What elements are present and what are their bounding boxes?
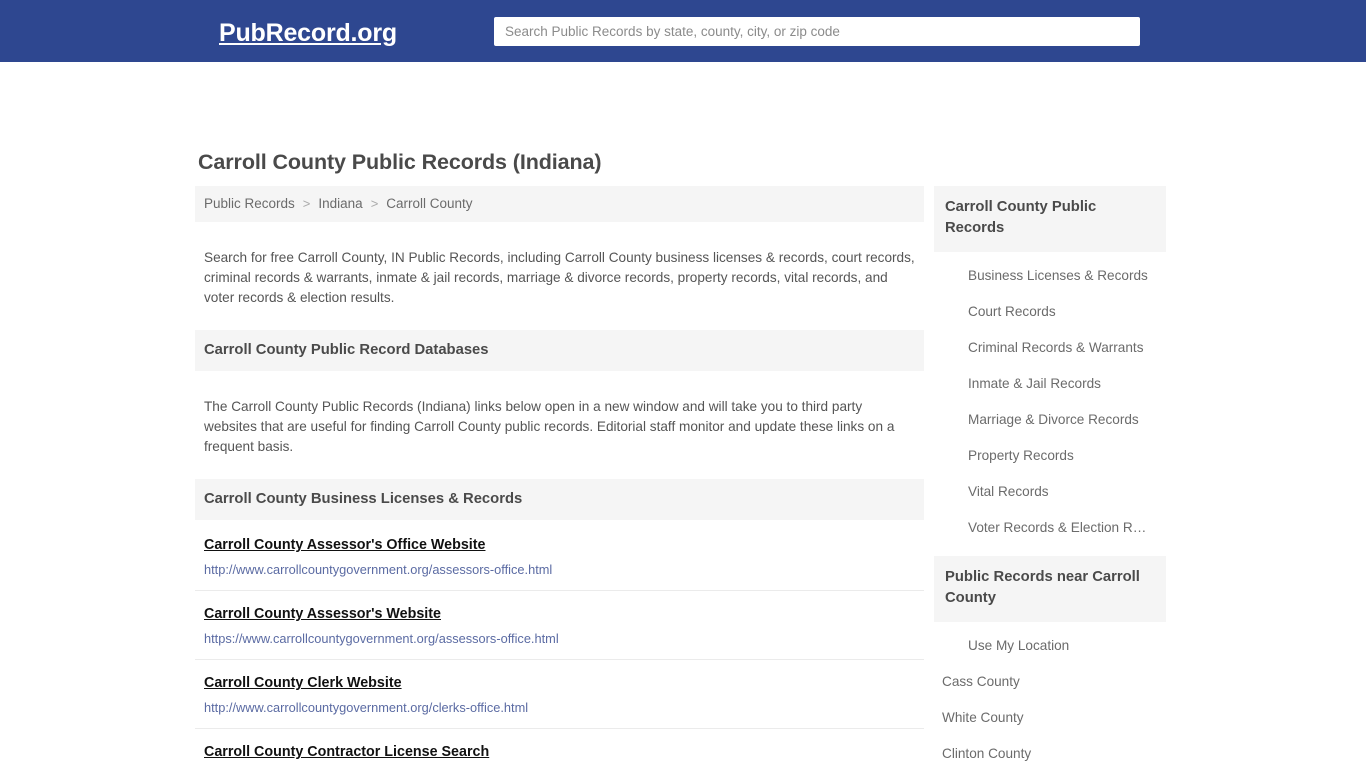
search-bar: [494, 17, 1140, 46]
site-header: PubRecord.org: [0, 0, 1366, 62]
list-item: Inmate & Jail Records: [934, 366, 1166, 402]
sidebar-item-use-my-location[interactable]: Use My Location: [934, 628, 1166, 664]
list-item: Carroll County Assessor's Office Website…: [195, 520, 924, 592]
list-item: Carroll County Assessor's Website https:…: [195, 591, 924, 661]
list-item: Use My Location: [934, 628, 1166, 664]
breadcrumb-separator: >: [302, 196, 311, 211]
resource-link-title[interactable]: Carroll County Clerk Website: [204, 674, 402, 692]
record-types-panel-heading: Carroll County Public Records: [934, 186, 1166, 252]
list-item: Business Licenses & Records: [934, 258, 1166, 294]
sidebar-item-property-records[interactable]: Property Records: [934, 438, 1166, 474]
nearby-records-panel-heading: Public Records near Carroll County: [934, 556, 1166, 622]
list-item: Vital Records: [934, 474, 1166, 510]
sidebar-item-voter-records[interactable]: Voter Records & Election R…: [934, 510, 1166, 546]
sidebar: Carroll County Public Records Business L…: [934, 186, 1166, 768]
page-title: Carroll County Public Records (Indiana): [198, 150, 602, 174]
business-links-list: Carroll County Assessor's Office Website…: [195, 520, 924, 768]
resource-link-url[interactable]: http://www.carrollcountygovernment.org/c…: [204, 700, 915, 716]
list-item: Court Records: [934, 294, 1166, 330]
resource-link-title[interactable]: Carroll County Assessor's Website: [204, 605, 441, 623]
nearby-counties-list: Use My Location Cass County White County…: [934, 622, 1166, 768]
list-item: Carroll County Clerk Website http://www.…: [195, 660, 924, 730]
list-item: White County: [934, 700, 1166, 736]
sidebar-item-vital-records[interactable]: Vital Records: [934, 474, 1166, 510]
databases-paragraph: The Carroll County Public Records (India…: [204, 398, 895, 455]
list-item: Cass County: [934, 664, 1166, 700]
databases-section-heading: Carroll County Public Record Databases: [195, 330, 924, 372]
sidebar-item-white-county[interactable]: White County: [934, 700, 1166, 736]
resource-link-title[interactable]: Carroll County Contractor License Search: [204, 743, 489, 761]
intro-paragraph: Search for free Carroll County, IN Publi…: [204, 249, 915, 306]
list-item: Voter Records & Election R…: [934, 510, 1166, 546]
record-types-panel: Carroll County Public Records Business L…: [934, 186, 1166, 546]
business-section-heading: Carroll County Business Licenses & Recor…: [195, 479, 924, 521]
list-item: Clinton County: [934, 736, 1166, 768]
list-item: Marriage & Divorce Records: [934, 402, 1166, 438]
breadcrumb: Public Records > Indiana > Carroll Count…: [195, 186, 924, 222]
list-item: Property Records: [934, 438, 1166, 474]
sidebar-item-marriage-divorce-records[interactable]: Marriage & Divorce Records: [934, 402, 1166, 438]
sidebar-item-cass-county[interactable]: Cass County: [934, 664, 1166, 700]
resource-link-title[interactable]: Carroll County Assessor's Office Website: [204, 536, 485, 554]
list-item: Carroll County Contractor License Search…: [195, 729, 924, 768]
resource-link-url[interactable]: https://www.carrollcountygovernment.org/…: [204, 631, 915, 647]
breadcrumb-item-carroll-county[interactable]: Carroll County: [386, 196, 472, 211]
sidebar-item-inmate-jail-records[interactable]: Inmate & Jail Records: [934, 366, 1166, 402]
resource-link-url[interactable]: http://www.carrollcountygovernment.org/a…: [204, 562, 915, 578]
nearby-records-panel: Public Records near Carroll County Use M…: [934, 556, 1166, 768]
search-input[interactable]: [494, 17, 1140, 46]
breadcrumb-separator: >: [370, 196, 379, 211]
site-logo[interactable]: PubRecord.org: [219, 19, 397, 47]
breadcrumb-item-public-records[interactable]: Public Records: [204, 196, 295, 211]
sidebar-item-clinton-county[interactable]: Clinton County: [934, 736, 1166, 768]
sidebar-item-business-licenses[interactable]: Business Licenses & Records: [934, 258, 1166, 294]
breadcrumb-item-indiana[interactable]: Indiana: [318, 196, 362, 211]
record-types-list: Business Licenses & Records Court Record…: [934, 252, 1166, 546]
sidebar-item-court-records[interactable]: Court Records: [934, 294, 1166, 330]
list-item: Criminal Records & Warrants: [934, 330, 1166, 366]
main-content: Public Records > Indiana > Carroll Count…: [195, 186, 924, 768]
sidebar-item-criminal-records[interactable]: Criminal Records & Warrants: [934, 330, 1166, 366]
